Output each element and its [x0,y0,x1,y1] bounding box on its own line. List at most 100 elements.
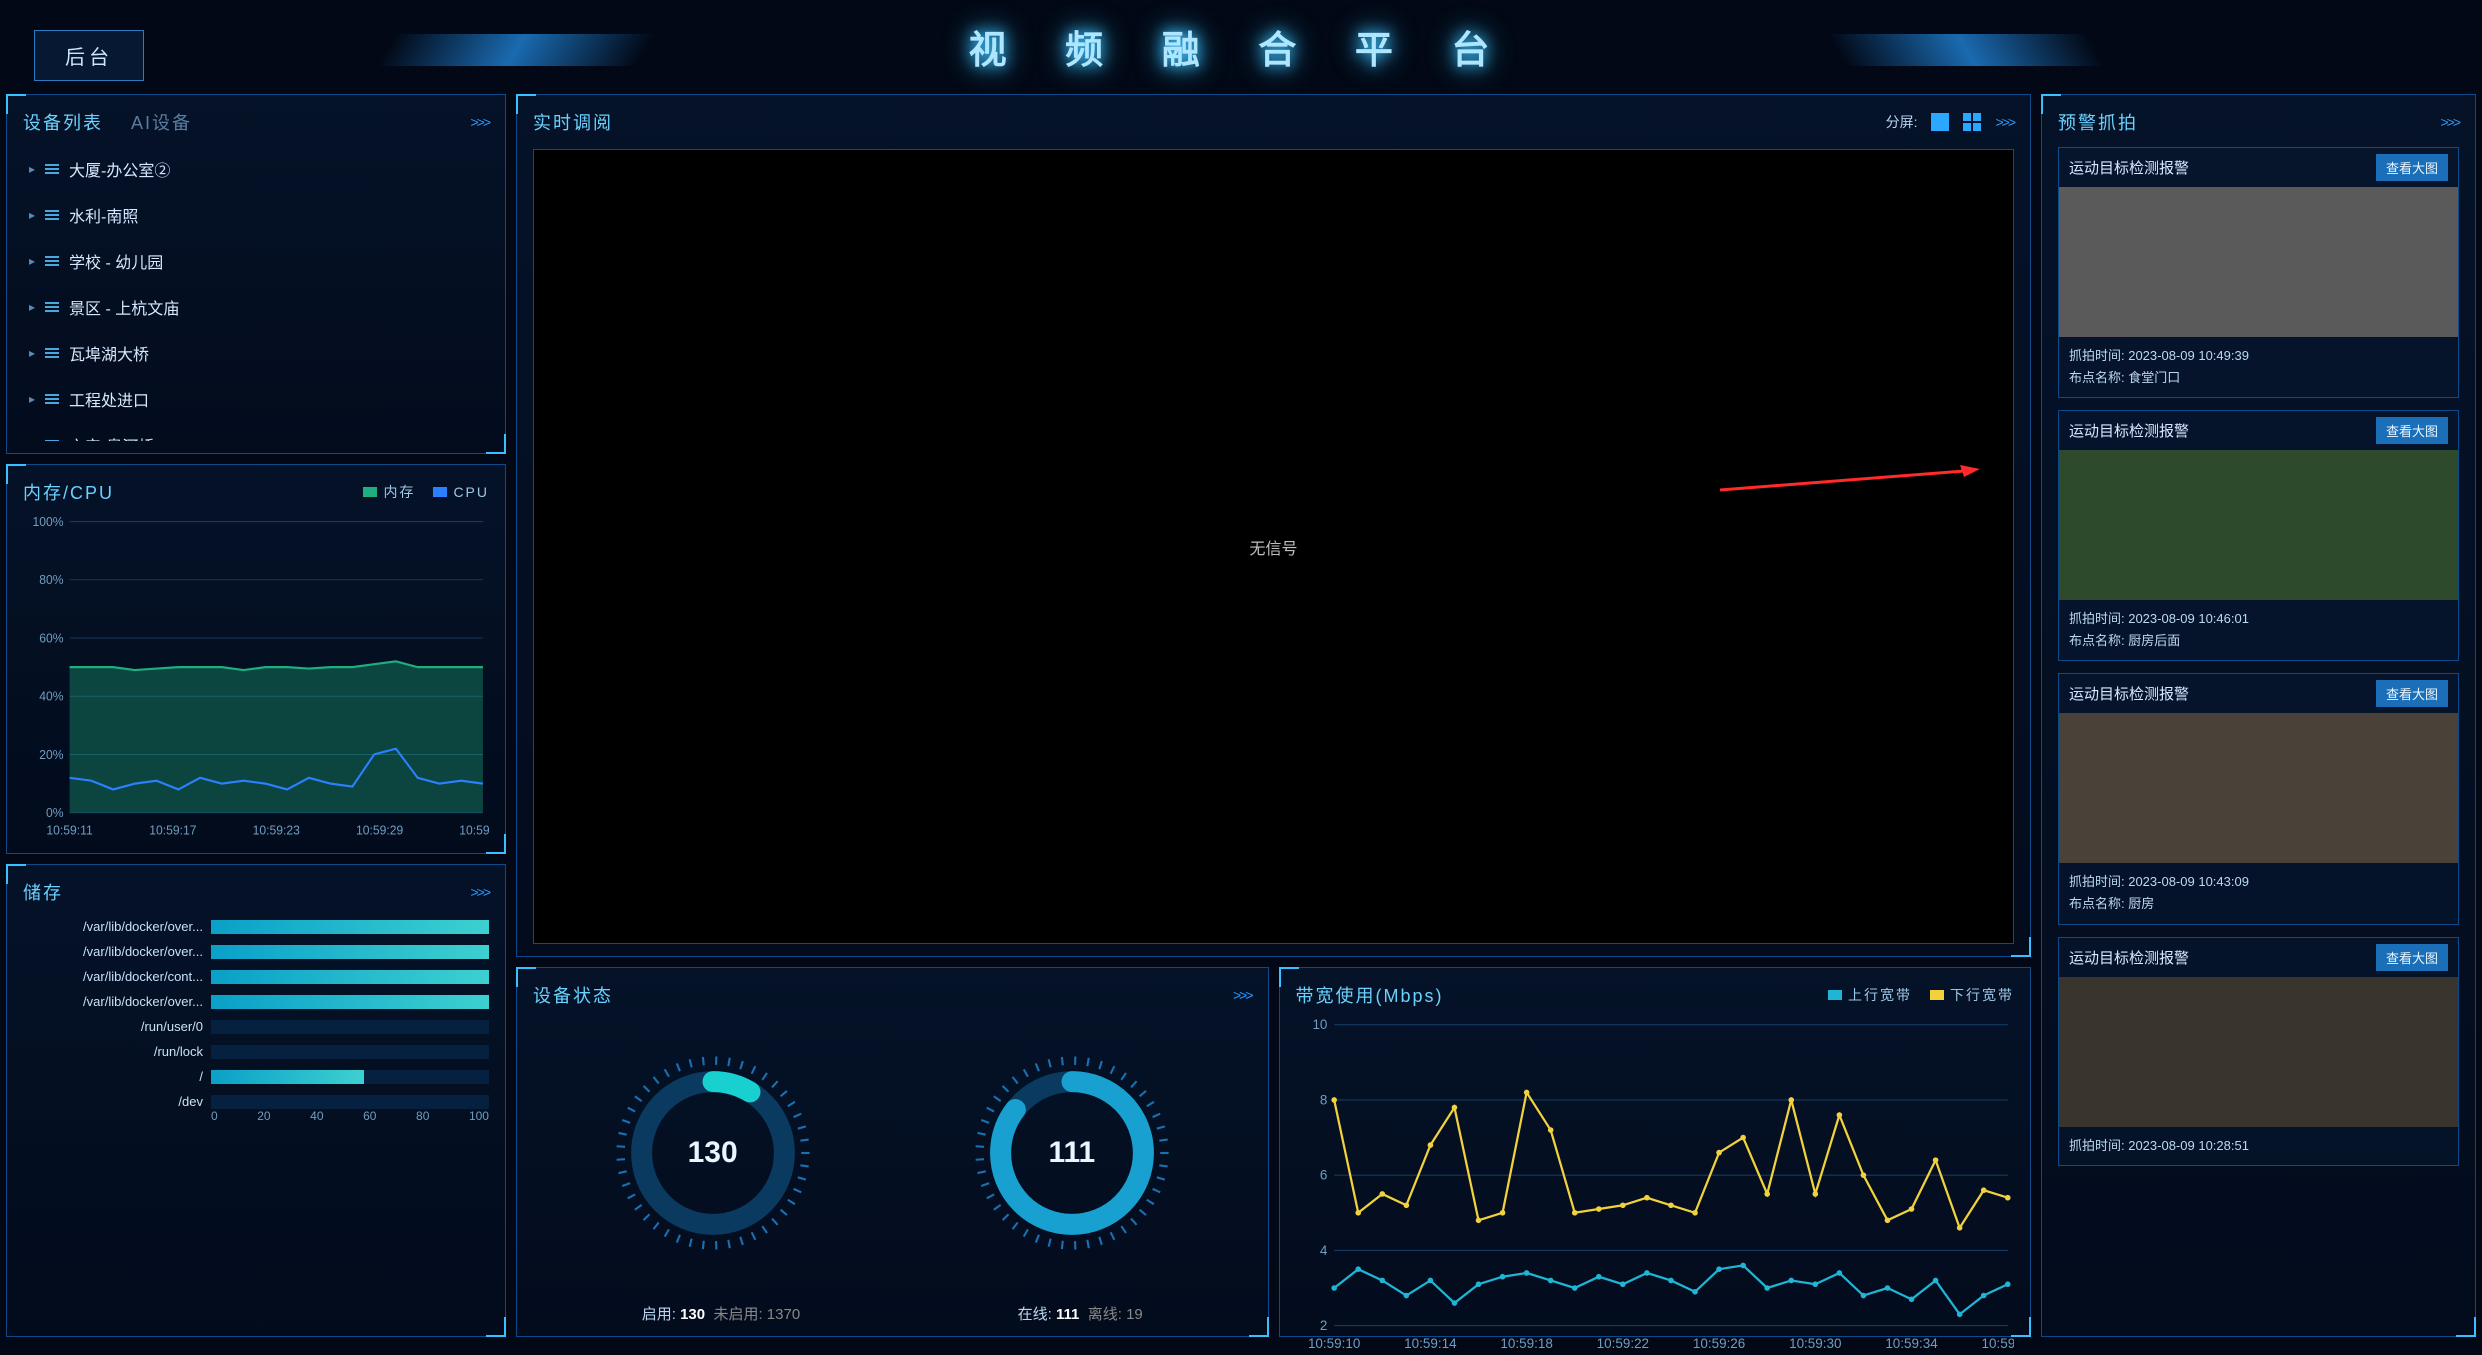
storage-row: /dev [23,1094,489,1109]
svg-text:10:59:23: 10:59:23 [253,823,300,837]
layout-grid-icon[interactable] [1963,113,1981,131]
gauge-enabled: 130 [608,1048,818,1258]
video-area[interactable]: 无信号 [533,149,2014,944]
alert-card: 运动目标检测报警 查看大图 抓拍时间: 2023-08-09 10:28:51 [2058,937,2459,1166]
view-large-button[interactable]: 查看大图 [2376,944,2448,971]
svg-text:10:59:30: 10:59:30 [1789,1336,1841,1351]
storage-row: /var/lib/docker/over... [23,919,489,934]
device-item[interactable]: ▸ 学校 - 幼儿园 [23,241,489,281]
storage-bar [211,1095,489,1109]
storage-label: / [23,1069,203,1084]
svg-text:60%: 60% [39,631,63,645]
view-large-button[interactable]: 查看大图 [2376,417,2448,444]
list-icon [45,302,59,312]
svg-text:10:59:10: 10:59:10 [1307,1336,1359,1351]
chevron-right-icon: ▸ [29,208,35,222]
svg-text:10:59:14: 10:59:14 [1404,1336,1457,1351]
storage-panel: 储存 >>> /var/lib/docker/over... /var/lib/… [6,864,506,1337]
alert-thumbnail[interactable] [2059,187,2458,337]
alert-thumbnail[interactable] [2059,713,2458,863]
storage-label: /var/lib/docker/over... [23,944,203,959]
svg-text:0%: 0% [46,806,64,820]
device-item[interactable]: ▸ 工程处进口 [23,379,489,419]
device-item[interactable]: ▸ 景区 - 上杭文庙 [23,287,489,327]
svg-text:8: 8 [1319,1092,1327,1107]
legend-down: 下行宽带 [1930,985,2014,1005]
device-panel: 设备列表 AI设备 >>> ▸ 大厦-办公室②▸ 水利-南照▸ 学校 - 幼儿园… [6,94,506,454]
gauge-online: 111 [967,1048,1177,1258]
header-deco-left [377,34,655,66]
more-icon[interactable]: >>> [1995,114,2014,130]
device-status-panel: 设备状态 >>> 130 111 [516,967,1269,1337]
alert-name: 运动目标检测报警 [2069,420,2189,441]
memcpu-chart: 0%20%40%60%80%100%10:59:1110:59:1710:59:… [23,515,489,841]
back-button[interactable]: 后台 [34,30,144,81]
chevron-right-icon: ▸ [29,438,35,441]
svg-text:10:59:11: 10:59:11 [46,823,92,837]
list-icon [45,440,59,441]
svg-text:6: 6 [1319,1168,1327,1183]
alert-meta: 抓拍时间: 2023-08-09 10:43:09布点名称: 厨房 [2059,863,2458,923]
device-name: 学校 - 幼儿园 [69,249,163,273]
bandwidth-panel: 带宽使用(Mbps) 上行宽带 下行宽带 24681010:59:1010:59… [1279,967,2032,1337]
list-icon [45,394,59,404]
device-item[interactable]: ▸ 六安-皋河桥 [23,425,489,441]
storage-bar [211,1070,489,1084]
storage-bar [211,970,489,984]
storage-label: /run/lock [23,1044,203,1059]
svg-text:10:59:29: 10:59:29 [356,823,403,837]
device-name: 六安-皋河桥 [69,433,154,441]
device-item[interactable]: ▸ 大厦-办公室② [23,149,489,189]
storage-bar [211,1020,489,1034]
svg-text:10:59:34: 10:59:34 [1885,1336,1938,1351]
header: 后台 视 频 融 合 平 台 [6,6,2476,86]
storage-row: /var/lib/docker/over... [23,944,489,959]
svg-text:10:59:17: 10:59:17 [149,823,196,837]
alert-thumbnail[interactable] [2059,977,2458,1127]
alert-card: 运动目标检测报警 查看大图 抓拍时间: 2023-08-09 10:49:39布… [2058,147,2459,398]
alert-name: 运动目标检测报警 [2069,683,2189,704]
device-item[interactable]: ▸ 水利-南照 [23,195,489,235]
storage-label: /run/user/0 [23,1019,203,1034]
view-large-button[interactable]: 查看大图 [2376,680,2448,707]
storage-label: /dev [23,1094,203,1109]
svg-text:40%: 40% [39,689,63,703]
chevron-right-icon: ▸ [29,392,35,406]
alert-meta: 抓拍时间: 2023-08-09 10:49:39布点名称: 食堂门口 [2059,337,2458,397]
svg-text:10:59:35: 10:59:35 [459,823,489,837]
header-deco-right [1827,34,2105,66]
more-icon[interactable]: >>> [1233,987,1252,1003]
alert-meta: 抓拍时间: 2023-08-09 10:46:01布点名称: 厨房后面 [2059,600,2458,660]
tab-device-list[interactable]: 设备列表 [23,109,103,135]
device-item[interactable]: ▸ 瓦埠湖大桥 [23,333,489,373]
layout-single-icon[interactable] [1931,113,1949,131]
alert-name: 运动目标检测报警 [2069,157,2189,178]
device-name: 瓦埠湖大桥 [69,341,149,365]
svg-text:10:59:18: 10:59:18 [1500,1336,1552,1351]
svg-text:20%: 20% [39,747,63,761]
video-panel: 实时调阅 分屏: >>> 无信号 [516,94,2031,957]
storage-label: /var/lib/docker/cont... [23,969,203,984]
storage-row: / [23,1069,489,1084]
svg-text:4: 4 [1319,1243,1327,1258]
storage-bar [211,995,489,1009]
view-large-button[interactable]: 查看大图 [2376,154,2448,181]
alert-name: 运动目标检测报警 [2069,947,2189,968]
page-title: 视 频 融 合 平 台 [969,19,1514,74]
more-icon[interactable]: >>> [470,114,489,130]
tab-ai-device[interactable]: AI设备 [131,109,192,135]
legend-cpu: CPU [433,482,489,502]
alert-thumbnail[interactable] [2059,450,2458,600]
chevron-right-icon: ▸ [29,300,35,314]
svg-text:10:59:22: 10:59:22 [1596,1336,1648,1351]
svg-text:10:59:38: 10:59:38 [1981,1336,2014,1351]
more-icon[interactable]: >>> [2440,114,2459,130]
svg-text:80%: 80% [39,573,63,587]
device-name: 工程处进口 [69,387,149,411]
list-icon [45,256,59,266]
storage-label: /var/lib/docker/over... [23,994,203,1009]
storage-label: /var/lib/docker/over... [23,919,203,934]
more-icon[interactable]: >>> [470,884,489,900]
chevron-right-icon: ▸ [29,162,35,176]
device-name: 景区 - 上杭文庙 [69,295,179,319]
